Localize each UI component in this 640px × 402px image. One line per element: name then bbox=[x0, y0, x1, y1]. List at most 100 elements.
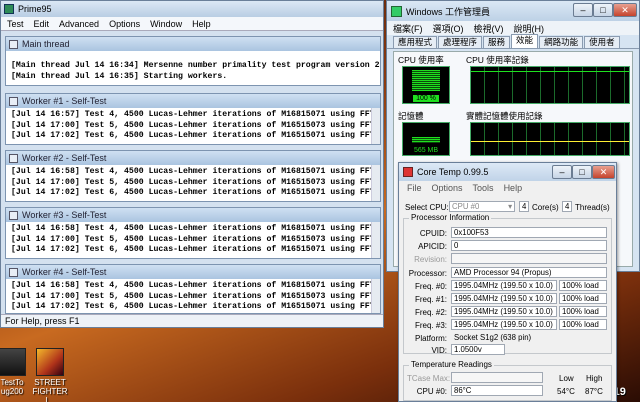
platform-label: Platform: bbox=[414, 334, 447, 343]
game-icon bbox=[36, 348, 64, 376]
cpu0-temp-label: CPU #0: bbox=[416, 387, 447, 396]
apicid-value: 0 bbox=[451, 240, 607, 251]
desktop-icon-testtool[interactable]: TestTo ug200 bbox=[0, 348, 32, 396]
window-icon bbox=[9, 210, 18, 220]
tab-users[interactable]: 使用者 bbox=[584, 36, 620, 48]
memory-bar bbox=[412, 137, 440, 143]
log-line: [Jul 14 17:02] Test 6, 4500 Lucas-Lehmer… bbox=[11, 302, 380, 311]
log-line: [Jul 14 17:02] Test 6, 4500 Lucas-Lehmer… bbox=[11, 131, 380, 140]
taskmgr-titlebar[interactable]: Windows 工作管理員 – □ ✕ bbox=[387, 1, 639, 21]
tab-applications[interactable]: 應用程式 bbox=[393, 36, 438, 48]
desktop-icon-street-fighter[interactable]: STREET FIGHTER I... bbox=[30, 348, 70, 402]
revision-value bbox=[451, 253, 607, 264]
tab-services[interactable]: 服務 bbox=[483, 36, 511, 48]
memory-history-line bbox=[471, 141, 629, 142]
memory-value: 565 MB bbox=[413, 147, 439, 154]
freq2-load: 100% load bbox=[559, 306, 607, 317]
temperature-title: Temperature Readings bbox=[409, 360, 494, 369]
core-temp-window[interactable]: Core Temp 0.99.5 – □ ✕ File Options Tool… bbox=[398, 162, 617, 402]
main-thread-window[interactable]: Main thread [Main thread Jul 14 16:34] M… bbox=[5, 36, 381, 86]
mdi-caption[interactable]: Worker #4 - Self-Test bbox=[6, 265, 380, 279]
core-count-label: Core(s) bbox=[532, 203, 559, 212]
window-icon bbox=[9, 96, 18, 106]
log-line: [Jul 14 17:02] Test 6, 4500 Lucas-Lehmer… bbox=[11, 245, 380, 254]
log-line: [Main thread Jul 14 16:34] Mersenne numb… bbox=[11, 61, 380, 70]
freq3-value: 1995.04MHz (199.50 x 10.0) bbox=[451, 319, 557, 330]
menu-options[interactable]: 選項(O) bbox=[433, 22, 464, 35]
mdi-title: Worker #4 - Self-Test bbox=[22, 267, 107, 277]
window-icon bbox=[9, 39, 18, 49]
menu-edit[interactable]: Edit bbox=[34, 19, 50, 29]
worker-4-window[interactable]: Worker #4 - Self-Test [Jul 14 16:58] Tes… bbox=[5, 264, 381, 314]
coretemp-titlebar[interactable]: Core Temp 0.99.5 – □ ✕ bbox=[399, 163, 616, 181]
mdi-title: Worker #2 - Self-Test bbox=[22, 153, 107, 163]
minimize-button[interactable]: – bbox=[552, 165, 572, 179]
log-text: [Jul 14 16:57] Test 4, 4500 Lucas-Lehmer… bbox=[6, 108, 380, 144]
window-title: Core Temp 0.99.5 bbox=[417, 167, 489, 177]
log-line: [Jul 14 17:02] Test 6, 4500 Lucas-Lehmer… bbox=[11, 188, 380, 197]
tcase-max-value bbox=[451, 372, 543, 383]
cpu0-low-temp: 54°C bbox=[557, 387, 575, 396]
menu-help[interactable]: Help bbox=[192, 19, 211, 29]
cpu-history-line bbox=[471, 71, 629, 72]
worker-1-window[interactable]: Worker #1 - Self-Test [Jul 14 16:57] Tes… bbox=[5, 93, 381, 145]
menu-help[interactable]: Help bbox=[504, 183, 523, 193]
log-line: [Jul 14 17:00] Test 5, 4500 Lucas-Lehmer… bbox=[11, 234, 380, 244]
freq3-load: 100% load bbox=[559, 319, 607, 330]
menu-help[interactable]: 說明(H) bbox=[514, 22, 545, 35]
menu-file[interactable]: 檔案(F) bbox=[393, 22, 423, 35]
mdi-title: Worker #1 - Self-Test bbox=[22, 96, 107, 106]
scrollbar[interactable] bbox=[371, 222, 380, 258]
mdi-caption[interactable]: Worker #3 - Self-Test bbox=[6, 208, 380, 222]
close-button[interactable]: ✕ bbox=[613, 3, 637, 17]
tab-performance[interactable]: 效能 bbox=[511, 34, 539, 48]
menu-advanced[interactable]: Advanced bbox=[59, 19, 99, 29]
menu-file[interactable]: File bbox=[407, 183, 422, 193]
maximize-button[interactable]: □ bbox=[593, 3, 613, 17]
tab-networking[interactable]: 網路功能 bbox=[539, 36, 584, 48]
mdi-caption[interactable]: Main thread bbox=[6, 37, 380, 51]
close-button[interactable]: ✕ bbox=[592, 165, 615, 179]
desktop-icon-label: TestTo ug200 bbox=[0, 378, 24, 396]
scrollbar[interactable] bbox=[371, 279, 380, 313]
window-icon bbox=[9, 153, 18, 163]
select-cpu-label: Select CPU: bbox=[405, 203, 449, 212]
menu-options[interactable]: Options bbox=[109, 19, 140, 29]
memory-meter: 565 MB bbox=[402, 122, 450, 156]
select-cpu-dropdown[interactable]: CPU #0 ▾ bbox=[449, 201, 515, 212]
log-line: [Jul 14 16:58] Test 4, 4500 Lucas-Lehmer… bbox=[11, 281, 380, 290]
maximize-button[interactable]: □ bbox=[572, 165, 592, 179]
freq1-label: Freq. #1: bbox=[414, 295, 447, 304]
mdi-caption[interactable]: Worker #2 - Self-Test bbox=[6, 151, 380, 165]
tab-processes[interactable]: 處理程序 bbox=[438, 36, 483, 48]
minimize-button[interactable]: – bbox=[573, 3, 593, 17]
menu-window[interactable]: Window bbox=[150, 19, 182, 29]
processor-value: AMD Processor 94 (Propus) bbox=[451, 267, 607, 278]
log-line: [Jul 14 16:58] Test 4, 4500 Lucas-Lehmer… bbox=[11, 224, 380, 233]
worker-2-window[interactable]: Worker #2 - Self-Test [Jul 14 16:58] Tes… bbox=[5, 150, 381, 202]
prime95-titlebar[interactable]: Prime95 bbox=[1, 1, 383, 17]
log-line: [Jul 14 17:00] Test 5, 4500 Lucas-Lehmer… bbox=[11, 291, 380, 301]
status-bar: For Help, press F1 bbox=[1, 314, 383, 327]
memory-label: 記憶體 bbox=[398, 111, 424, 121]
prime95-menubar: Test Edit Advanced Options Window Help bbox=[1, 17, 383, 31]
processor-label: Processor: bbox=[408, 269, 447, 278]
platform-value: Socket S1g2 (638 pin) bbox=[451, 332, 607, 343]
scrollbar[interactable] bbox=[371, 108, 380, 144]
log-line: [Jul 14 16:58] Test 4, 4500 Lucas-Lehmer… bbox=[11, 167, 380, 176]
scrollbar[interactable] bbox=[371, 165, 380, 201]
log-line: [Jul 14 16:57] Test 4, 4500 Lucas-Lehmer… bbox=[11, 110, 380, 119]
freq1-value: 1995.04MHz (199.50 x 10.0) bbox=[451, 293, 557, 304]
prime95-window[interactable]: Prime95 Test Edit Advanced Options Windo… bbox=[0, 0, 384, 328]
menu-view[interactable]: 檢視(V) bbox=[474, 22, 504, 35]
memory-history-label: 實體記憶體使用記錄 bbox=[466, 111, 543, 121]
mdi-caption[interactable]: Worker #1 - Self-Test bbox=[6, 94, 380, 108]
worker-3-window[interactable]: Worker #3 - Self-Test [Jul 14 16:58] Tes… bbox=[5, 207, 381, 259]
vid-label: VID: bbox=[431, 346, 447, 355]
menu-tools[interactable]: Tools bbox=[473, 183, 494, 193]
window-icon bbox=[9, 267, 18, 277]
menu-options[interactable]: Options bbox=[432, 183, 463, 193]
mdi-title: Worker #3 - Self-Test bbox=[22, 210, 107, 220]
log-line: [Jul 14 17:00] Test 5, 4500 Lucas-Lehmer… bbox=[11, 120, 380, 130]
menu-test[interactable]: Test bbox=[7, 19, 24, 29]
